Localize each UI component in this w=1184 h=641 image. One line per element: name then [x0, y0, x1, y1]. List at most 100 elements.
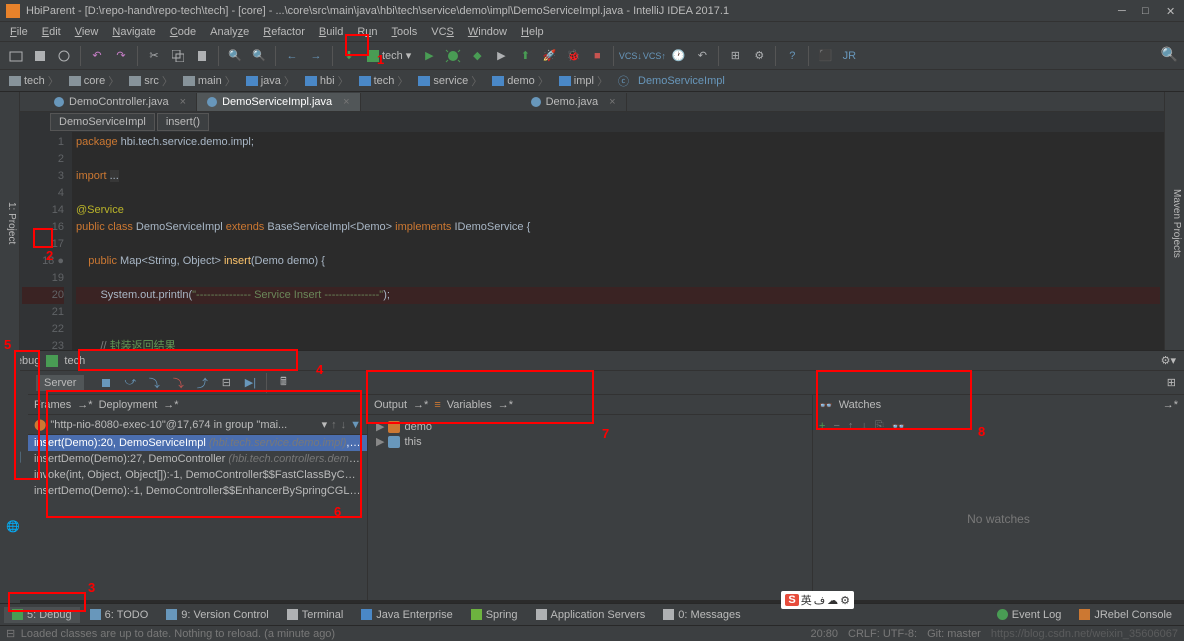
bottom-toolbar: 5: Debug 6: TODO 9: Version Control Term…: [0, 603, 1184, 625]
annotation-1: 1: [377, 52, 384, 67]
menu-view[interactable]: View: [69, 24, 105, 40]
ime-indicator[interactable]: S 英 ف☁⚙: [781, 591, 854, 609]
nav-main[interactable]: main〉: [178, 73, 241, 89]
bottom-tab-eventlog[interactable]: Event Log: [989, 607, 1070, 623]
server-tab[interactable]: Server: [36, 375, 84, 391]
bottom-tab-messages[interactable]: 0: Messages: [655, 607, 748, 623]
jr-icon2[interactable]: JR: [839, 46, 859, 66]
nav-demo[interactable]: demo〉: [487, 73, 554, 89]
undo-icon[interactable]: ↶: [87, 46, 107, 66]
maximize-button[interactable]: □: [1142, 5, 1154, 17]
annotation-8: 8: [978, 424, 985, 439]
cursor-position: 20:80: [810, 628, 838, 640]
menu-tools[interactable]: Tools: [386, 24, 424, 40]
var-item[interactable]: ▶this: [372, 434, 808, 449]
web-icon[interactable]: 🌐: [6, 520, 20, 533]
jr-icon1[interactable]: ⬛: [815, 46, 835, 66]
stop-icon[interactable]: ■: [587, 46, 607, 66]
minimize-button[interactable]: ─: [1118, 5, 1130, 17]
variables-tree[interactable]: ▶demo ▶this: [368, 415, 812, 600]
close-button[interactable]: ✕: [1166, 5, 1178, 17]
replace-icon[interactable]: 🔍: [249, 46, 269, 66]
paste-icon[interactable]: [192, 46, 212, 66]
navigation-bar: tech〉 core〉 src〉 main〉 java〉 hbi〉 tech〉 …: [0, 70, 1184, 92]
project-tool-tab[interactable]: 1: Project: [4, 198, 19, 248]
titlebar: HbiParent - [D:\repo-hand\repo-tech\tech…: [0, 0, 1184, 22]
attach-icon[interactable]: ⬆: [515, 46, 535, 66]
annotation-4: 4: [316, 362, 323, 377]
menu-analyze[interactable]: Analyze: [204, 24, 255, 40]
bottom-tab-appservers[interactable]: Application Servers: [528, 607, 654, 623]
git-branch[interactable]: Git: master: [927, 628, 981, 640]
editor-tabs: DemoController.java× DemoServiceImpl.jav…: [20, 92, 1164, 112]
bc-class[interactable]: DemoServiceImpl: [50, 113, 155, 131]
bc-method[interactable]: insert(): [157, 113, 209, 131]
bottom-tab-todo[interactable]: 6: TODO: [82, 607, 157, 623]
code-editor[interactable]: 1234 141617 18 ●19 20 21222324252627 pac…: [20, 132, 1164, 350]
nav-tech[interactable]: tech〉: [4, 73, 64, 89]
coverage-icon[interactable]: ◆: [467, 46, 487, 66]
sync-icon[interactable]: [54, 46, 74, 66]
run-config-selector[interactable]: tech ▾: [363, 49, 415, 62]
help-icon[interactable]: ?: [782, 46, 802, 66]
find-icon[interactable]: 🔍: [225, 46, 245, 66]
menu-build[interactable]: Build: [313, 24, 349, 40]
status-icon[interactable]: ⊟: [6, 627, 15, 640]
nav-class[interactable]: ⓒ DemoServiceImpl: [613, 73, 730, 89]
bottom-tab-terminal[interactable]: Terminal: [279, 607, 352, 623]
vcs-update-icon[interactable]: VCS↓: [620, 46, 640, 66]
menu-refactor[interactable]: Refactor: [257, 24, 311, 40]
bottom-tab-vcs[interactable]: 9: Version Control: [158, 607, 276, 623]
run-icon[interactable]: ▶: [419, 46, 439, 66]
layout-icon[interactable]: ⊞: [1167, 376, 1176, 389]
editor-breadcrumb: DemoServiceImpl insert(): [20, 112, 1164, 132]
nav-core[interactable]: core〉: [64, 73, 124, 89]
open-icon[interactable]: [6, 46, 26, 66]
editor-tab-democontroller[interactable]: DemoController.java×: [44, 93, 197, 111]
menu-navigate[interactable]: Navigate: [106, 24, 161, 40]
status-bar: ⊟ Loaded classes are up to date. Nothing…: [0, 625, 1184, 641]
vcs-history-icon[interactable]: 🕐: [668, 46, 688, 66]
menu-help[interactable]: Help: [515, 24, 550, 40]
nav-java[interactable]: java〉: [241, 73, 300, 89]
nav-service[interactable]: service〉: [413, 73, 487, 89]
jrebel-debug-icon[interactable]: 🐞: [563, 46, 583, 66]
menu-vcs[interactable]: VCS: [425, 24, 460, 40]
vcs-revert-icon[interactable]: ↶: [692, 46, 712, 66]
nav-src[interactable]: src〉: [124, 73, 178, 89]
settings-icon[interactable]: ⚙: [749, 46, 769, 66]
annotation-2: 2: [46, 248, 53, 263]
jrebel-run-icon[interactable]: 🚀: [539, 46, 559, 66]
redo-icon[interactable]: ↷: [111, 46, 131, 66]
bottom-tab-spring[interactable]: Spring: [463, 607, 526, 623]
forward-icon[interactable]: →: [306, 46, 326, 66]
editor-tab-demo[interactable]: Demo.java×: [521, 93, 627, 111]
debug-settings-icon[interactable]: ⚙▾: [1161, 354, 1176, 367]
debug-icon[interactable]: [443, 46, 463, 66]
annotation-box-5: [14, 350, 40, 480]
back-icon[interactable]: ←: [282, 46, 302, 66]
menu-file[interactable]: File: [4, 24, 34, 40]
vcs-commit-icon[interactable]: VCS↑: [644, 46, 664, 66]
nav-tech2[interactable]: tech〉: [354, 73, 414, 89]
main-toolbar: ↶ ↷ ✂ 🔍 🔍 ← → ⬇ tech ▾ ▶ ◆ ▶ ⬆ 🚀 🐞 ■ VCS…: [0, 42, 1184, 70]
nav-impl[interactable]: impl〉: [554, 73, 613, 89]
maven-tool-tab[interactable]: Maven Projects: [1169, 185, 1184, 262]
save-icon[interactable]: [30, 46, 50, 66]
copy-icon[interactable]: [168, 46, 188, 66]
nav-hbi[interactable]: hbi〉: [300, 73, 354, 89]
annotation-box-8: [816, 370, 972, 430]
editor-tab-demoserviceimpl[interactable]: DemoServiceImpl.java×: [197, 93, 360, 111]
code-body[interactable]: package hbi.tech.service.demo.impl; impo…: [72, 132, 1164, 350]
search-everywhere-icon[interactable]: 🔍: [1161, 46, 1178, 63]
profile-icon[interactable]: ▶: [491, 46, 511, 66]
menu-window[interactable]: Window: [462, 24, 513, 40]
menu-code[interactable]: Code: [164, 24, 202, 40]
bottom-tab-jrebelconsole[interactable]: JRebel Console: [1071, 607, 1180, 623]
encoding[interactable]: CRLF: UTF-8:: [848, 628, 917, 640]
structure-icon[interactable]: ⊞: [725, 46, 745, 66]
annotation-5: 5: [4, 337, 11, 352]
menu-edit[interactable]: Edit: [36, 24, 67, 40]
bottom-tab-jee[interactable]: Java Enterprise: [353, 607, 460, 623]
cut-icon[interactable]: ✂: [144, 46, 164, 66]
